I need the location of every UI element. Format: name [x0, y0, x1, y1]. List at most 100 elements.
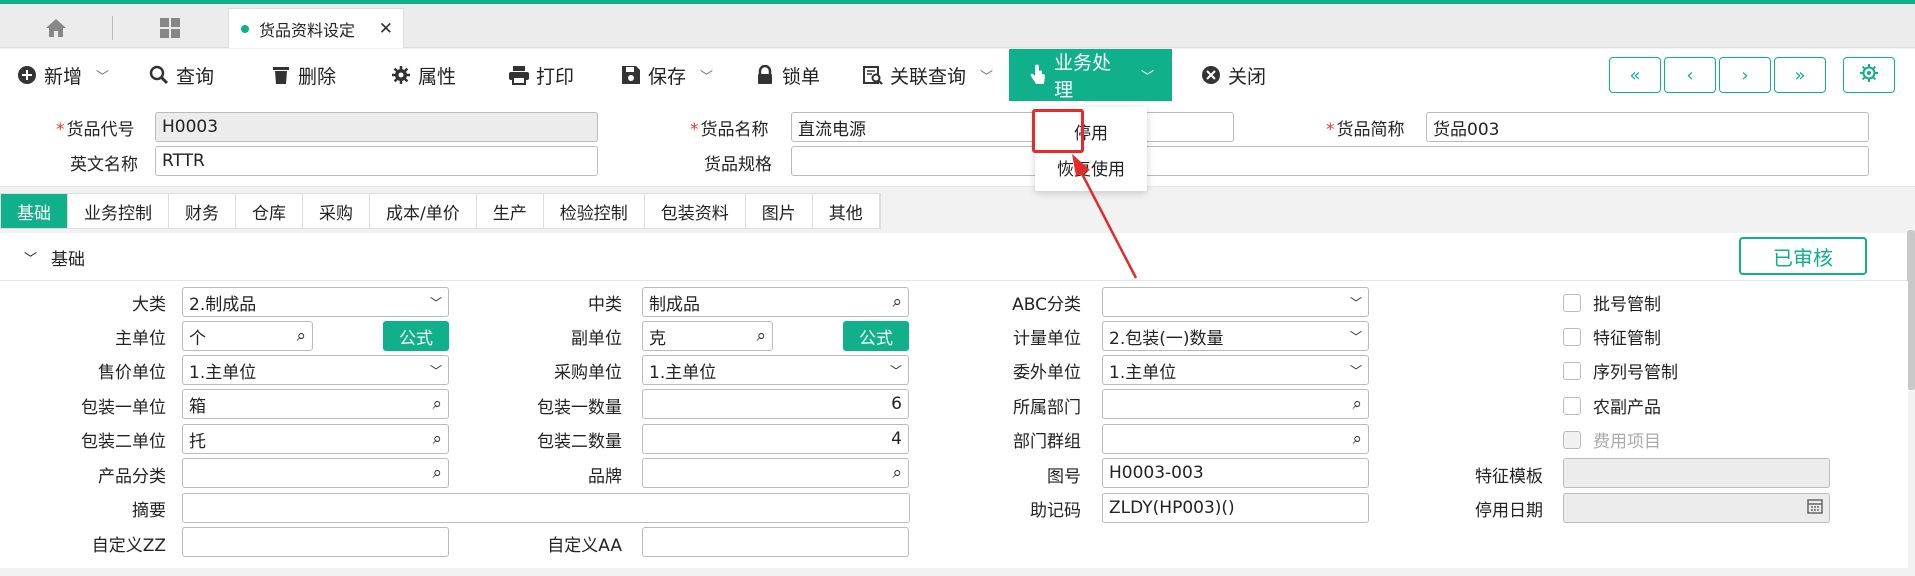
- tab-cost-price[interactable]: 成本/单价: [370, 194, 477, 228]
- feature-control-checkbox[interactable]: 特征管制: [1563, 324, 1661, 349]
- brand-input[interactable]: ⌕: [642, 458, 909, 488]
- close-tab-icon[interactable]: ✕: [379, 19, 393, 39]
- checkbox-box[interactable]: [1563, 327, 1581, 346]
- section-toggle[interactable]: ﹀ 基础: [24, 245, 85, 270]
- product-class-label: 产品分类: [98, 467, 166, 487]
- double-right-icon: »: [1794, 64, 1806, 86]
- business-button[interactable]: 业务处理 ﹀: [1009, 49, 1172, 101]
- sub-unit-input[interactable]: 克 ⌕: [642, 321, 773, 351]
- search-icon[interactable]: ⌕: [892, 463, 902, 483]
- pack1-unit-input[interactable]: 箱 ⌕: [182, 389, 449, 419]
- properties-button[interactable]: 属性: [390, 49, 456, 101]
- grid-menu-icon[interactable]: [140, 10, 200, 46]
- category-select[interactable]: 2.制成品 ﹀: [182, 287, 449, 317]
- right-icon: ›: [1741, 64, 1749, 86]
- custom-aa-input[interactable]: [642, 527, 909, 557]
- print-button[interactable]: 打印: [508, 49, 574, 101]
- sale-unit-select[interactable]: 1.主单位 ﹀: [182, 355, 449, 385]
- search-icon[interactable]: ⌕: [892, 292, 902, 312]
- serial-control-checkbox[interactable]: 序列号管制: [1563, 358, 1678, 383]
- english-name-input[interactable]: RTTR: [155, 146, 598, 176]
- mid-category-input[interactable]: 制成品 ⌕: [642, 287, 909, 317]
- agri-product-checkbox[interactable]: 农副产品: [1563, 393, 1661, 418]
- tab-goods-setup[interactable]: 货品资料设定 ✕: [228, 8, 404, 48]
- chevron-down-icon: ﹀: [24, 252, 38, 267]
- settings-button[interactable]: [1843, 57, 1895, 93]
- abc-class-select[interactable]: ﹀: [1102, 287, 1369, 317]
- checkbox-box[interactable]: [1563, 293, 1581, 312]
- stop-date-label: 停用日期: [1475, 501, 1543, 521]
- search-icon[interactable]: ⌕: [756, 326, 766, 346]
- main-unit-input[interactable]: 个 ⌕: [182, 321, 313, 351]
- search-icon[interactable]: ⌕: [432, 394, 442, 414]
- tab-inspection-control[interactable]: 检验控制: [544, 194, 645, 228]
- tab-packaging[interactable]: 包装资料: [645, 194, 746, 228]
- tab-basic[interactable]: 基础: [1, 194, 68, 228]
- related-query-button[interactable]: 关联查询 ﹀: [862, 49, 993, 101]
- last-record-button[interactable]: »: [1774, 57, 1826, 93]
- category-label: 大类: [132, 295, 166, 315]
- pack1-qty-input[interactable]: 6: [642, 389, 909, 419]
- product-class-input[interactable]: ⌕: [182, 458, 449, 488]
- search-icon[interactable]: ⌕: [432, 463, 442, 483]
- goods-spec-input[interactable]: [791, 146, 1869, 176]
- home-icon[interactable]: [26, 10, 86, 46]
- tab-business-control[interactable]: 业务控制: [68, 194, 169, 228]
- pack1-qty-label: 包装一数量: [537, 398, 622, 418]
- purchase-unit-select[interactable]: 1.主单位 ﹀: [642, 355, 909, 385]
- agri-product-label: 农副产品: [1593, 398, 1661, 418]
- chevron-down-icon[interactable]: ﹀: [700, 66, 713, 85]
- department-group-input[interactable]: ⌕: [1102, 424, 1369, 454]
- delete-button[interactable]: 删除: [270, 49, 336, 101]
- batch-control-checkbox[interactable]: 批号管制: [1563, 290, 1661, 315]
- first-record-button[interactable]: «: [1609, 57, 1661, 93]
- close-button[interactable]: 关闭: [1200, 49, 1266, 101]
- previous-record-button[interactable]: ‹: [1664, 57, 1716, 93]
- search-icon[interactable]: ⌕: [1352, 394, 1362, 414]
- tab-purchase[interactable]: 采购: [303, 194, 370, 228]
- mid-category-label: 中类: [588, 295, 622, 315]
- new-button[interactable]: 新增 ﹀: [16, 49, 109, 101]
- pack2-unit-input[interactable]: 托 ⌕: [182, 424, 449, 454]
- next-record-button[interactable]: ›: [1719, 57, 1771, 93]
- pack2-qty-label: 包装二数量: [537, 432, 622, 452]
- menu-item-restore[interactable]: 恢复使用: [1035, 149, 1147, 185]
- pack2-qty-input[interactable]: 4: [642, 424, 909, 454]
- tab-other[interactable]: 其他: [813, 194, 880, 228]
- outsource-unit-select[interactable]: 1.主单位 ﹀: [1102, 355, 1369, 385]
- checkbox-box[interactable]: [1563, 361, 1581, 380]
- tab-warehouse[interactable]: 仓库: [236, 194, 303, 228]
- department-input[interactable]: ⌕: [1102, 389, 1369, 419]
- summary-input[interactable]: [182, 493, 910, 523]
- query-button[interactable]: 查询: [148, 49, 214, 101]
- search-icon[interactable]: ⌕: [432, 429, 442, 449]
- goods-name-input[interactable]: 直流电源: [791, 112, 1234, 142]
- search-icon[interactable]: ⌕: [1352, 429, 1362, 449]
- chevron-down-icon[interactable]: ﹀: [96, 66, 109, 85]
- goods-code-input[interactable]: H0003: [155, 112, 598, 142]
- custom-zz-input[interactable]: [182, 527, 449, 557]
- expense-item-label: 费用项目: [1593, 432, 1661, 452]
- window-tab-bar: 货品资料设定 ✕: [0, 4, 1915, 48]
- measure-unit-select[interactable]: 2.包装(一)数量 ﹀: [1102, 321, 1369, 351]
- sub-unit-formula-button[interactable]: 公式: [843, 321, 909, 351]
- goods-short-name-input[interactable]: 货品003: [1426, 112, 1869, 142]
- abc-class-label: ABC分类: [1012, 295, 1081, 315]
- drawing-no-input[interactable]: H0003-003: [1102, 458, 1369, 488]
- chevron-down-icon[interactable]: ﹀: [1141, 66, 1154, 85]
- tab-production[interactable]: 生产: [477, 194, 544, 228]
- chevron-down-icon[interactable]: ﹀: [980, 66, 993, 85]
- save-button[interactable]: 保存 ﹀: [620, 49, 713, 101]
- chevron-down-icon: ﹀: [429, 363, 442, 378]
- tab-images[interactable]: 图片: [746, 194, 813, 228]
- lock-button[interactable]: 锁单: [754, 49, 820, 101]
- checkbox-box: [1563, 430, 1581, 449]
- tab-finance[interactable]: 财务: [169, 194, 236, 228]
- vertical-scrollbar[interactable]: [1907, 230, 1915, 390]
- calendar-icon[interactable]: [1807, 498, 1823, 519]
- main-unit-formula-button[interactable]: 公式: [383, 321, 449, 351]
- checkbox-box[interactable]: [1563, 396, 1581, 415]
- section-basic-header: ﹀ 基础 已审核: [0, 233, 1908, 281]
- mnemonic-input[interactable]: ZLDY(HP003)(): [1102, 493, 1369, 523]
- search-icon[interactable]: ⌕: [296, 326, 306, 346]
